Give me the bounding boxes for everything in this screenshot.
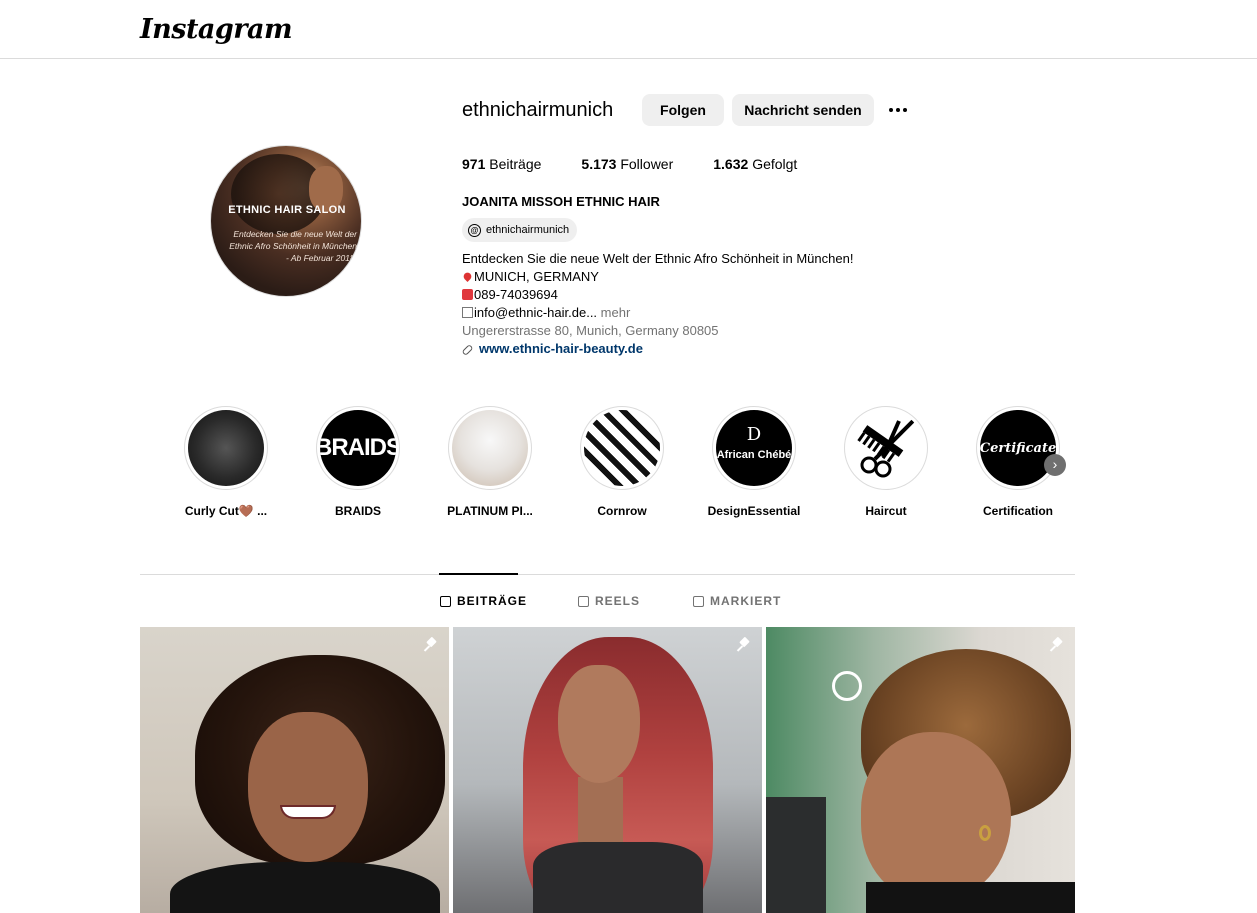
mailbox-icon (462, 307, 473, 318)
highlight-cover: D African Chébé (716, 410, 792, 486)
tab-markiert[interactable]: MARKIERT (693, 594, 781, 608)
highlight-label: DesignEssential (707, 504, 801, 518)
followers-label: Follower (620, 156, 674, 172)
bio-location-text: MUNICH, GERMANY (474, 269, 599, 284)
top-bar: Instagram (0, 0, 1257, 59)
highlight-cover: Certificate (980, 410, 1056, 486)
highlight-cover (584, 410, 660, 486)
active-tab-indicator (439, 573, 518, 575)
design-essentials-logo: D (746, 424, 762, 445)
more-options-icon[interactable] (886, 98, 910, 122)
bio-address[interactable]: Ungererstrasse 80, Munich, Germany 80805 (462, 322, 853, 340)
avatar-subtitle: Entdecken Sie die neue Welt der Ethnic A… (229, 229, 357, 263)
tabs-divider (140, 574, 1075, 575)
bio-website[interactable]: www.ethnic-hair-beauty.de (461, 340, 853, 358)
tagged-icon (693, 595, 704, 607)
highlight-cover (188, 410, 264, 486)
posts-count: 971 (462, 156, 486, 172)
send-message-button[interactable]: Nachricht senden (732, 94, 874, 126)
tab-label: BEITRÄGE (457, 594, 528, 608)
highlight-label: Curly Cut🤎 ... (184, 504, 268, 518)
post-thumbnail[interactable] (453, 627, 762, 913)
threads-handle: ethnichairmunich (486, 224, 570, 236)
highlight-label: PLATINUM PI... (447, 504, 533, 518)
pinned-post-icon (423, 637, 439, 653)
tab-reels[interactable]: REELS (578, 594, 640, 608)
threads-icon: @ (468, 223, 481, 237)
post-thumbnail[interactable] (140, 627, 449, 913)
highlight-braids[interactable]: BRAIDS BRAIDS (310, 406, 406, 518)
following-stat[interactable]: 1.632 Gefolgt (713, 156, 797, 172)
following-count: 1.632 (713, 156, 749, 172)
post-thumbnail[interactable] (766, 627, 1075, 913)
follow-button[interactable]: Folgen (642, 94, 724, 126)
avatar-title: ETHNIC HAIR SALON (228, 204, 346, 216)
threads-badge[interactable]: @ ethnichairmunich (462, 218, 578, 242)
bio-more-link[interactable]: mehr (601, 305, 631, 320)
profile-username: ethnichairmunich (462, 99, 614, 121)
profile-avatar[interactable]: ETHNIC HAIR SALON Entdecken Sie die neue… (210, 145, 362, 297)
grid-icon (440, 595, 451, 607)
pinned-post-icon (736, 637, 752, 653)
website-link[interactable]: www.ethnic-hair-beauty.de (479, 341, 643, 356)
highlight-label: Haircut (865, 504, 907, 518)
highlight-design-essential[interactable]: D African Chébé DesignEssential (706, 406, 802, 518)
tab-label: MARKIERT (710, 594, 782, 608)
pin-icon (462, 271, 473, 282)
bio-location: MUNICH, GERMANY (462, 268, 853, 286)
chevron-right-icon[interactable]: › (1044, 454, 1066, 476)
followers-stat[interactable]: 5.173 Follower (581, 156, 673, 172)
highlight-label: Cornrow (597, 504, 647, 518)
scissors-comb-icon (848, 410, 924, 486)
highlight-haircut[interactable]: Haircut (838, 406, 934, 518)
highlight-cornrow[interactable]: Cornrow (574, 406, 670, 518)
highlight-platinum[interactable]: PLATINUM PI... (442, 406, 538, 518)
link-icon (461, 343, 474, 357)
tab-beitraege[interactable]: BEITRÄGE (440, 594, 527, 608)
pinned-post-icon (1049, 637, 1065, 653)
profile-full-name: JOANITA MISSOH ETHNIC HAIR (462, 194, 660, 209)
bio-phone: 089-74039694 (462, 286, 853, 304)
bio-email: info@ethnic-hair.de... mehr (462, 304, 853, 322)
highlight-cover: BRAIDS (320, 410, 396, 486)
bio-phone-text: 089-74039694 (474, 287, 558, 302)
highlight-curly-cut[interactable]: Curly Cut🤎 ... (178, 406, 274, 518)
instagram-logo[interactable]: Instagram (140, 14, 293, 45)
posts-stat: 971 Beiträge (462, 156, 541, 172)
profile-stats: 971 Beiträge 5.173 Follower 1.632 Gefolg… (462, 156, 837, 172)
following-label: Gefolgt (752, 156, 798, 172)
tab-label: REELS (595, 594, 641, 608)
profile-bio: Entdecken Sie die neue Welt der Ethnic A… (461, 250, 854, 358)
highlight-label: Certification (982, 504, 1053, 518)
highlight-cover-text: African Chébé (716, 449, 792, 461)
bio-line: Entdecken Sie die neue Welt der Ethnic A… (462, 251, 854, 266)
telephone-icon (462, 289, 473, 300)
posts-label: Beiträge (489, 156, 542, 172)
bio-email-text: info@ethnic-hair.de... (474, 305, 598, 320)
reels-icon (578, 595, 589, 607)
followers-count: 5.173 (581, 156, 617, 172)
highlight-label: BRAIDS (334, 504, 381, 518)
highlight-cover (452, 410, 528, 486)
